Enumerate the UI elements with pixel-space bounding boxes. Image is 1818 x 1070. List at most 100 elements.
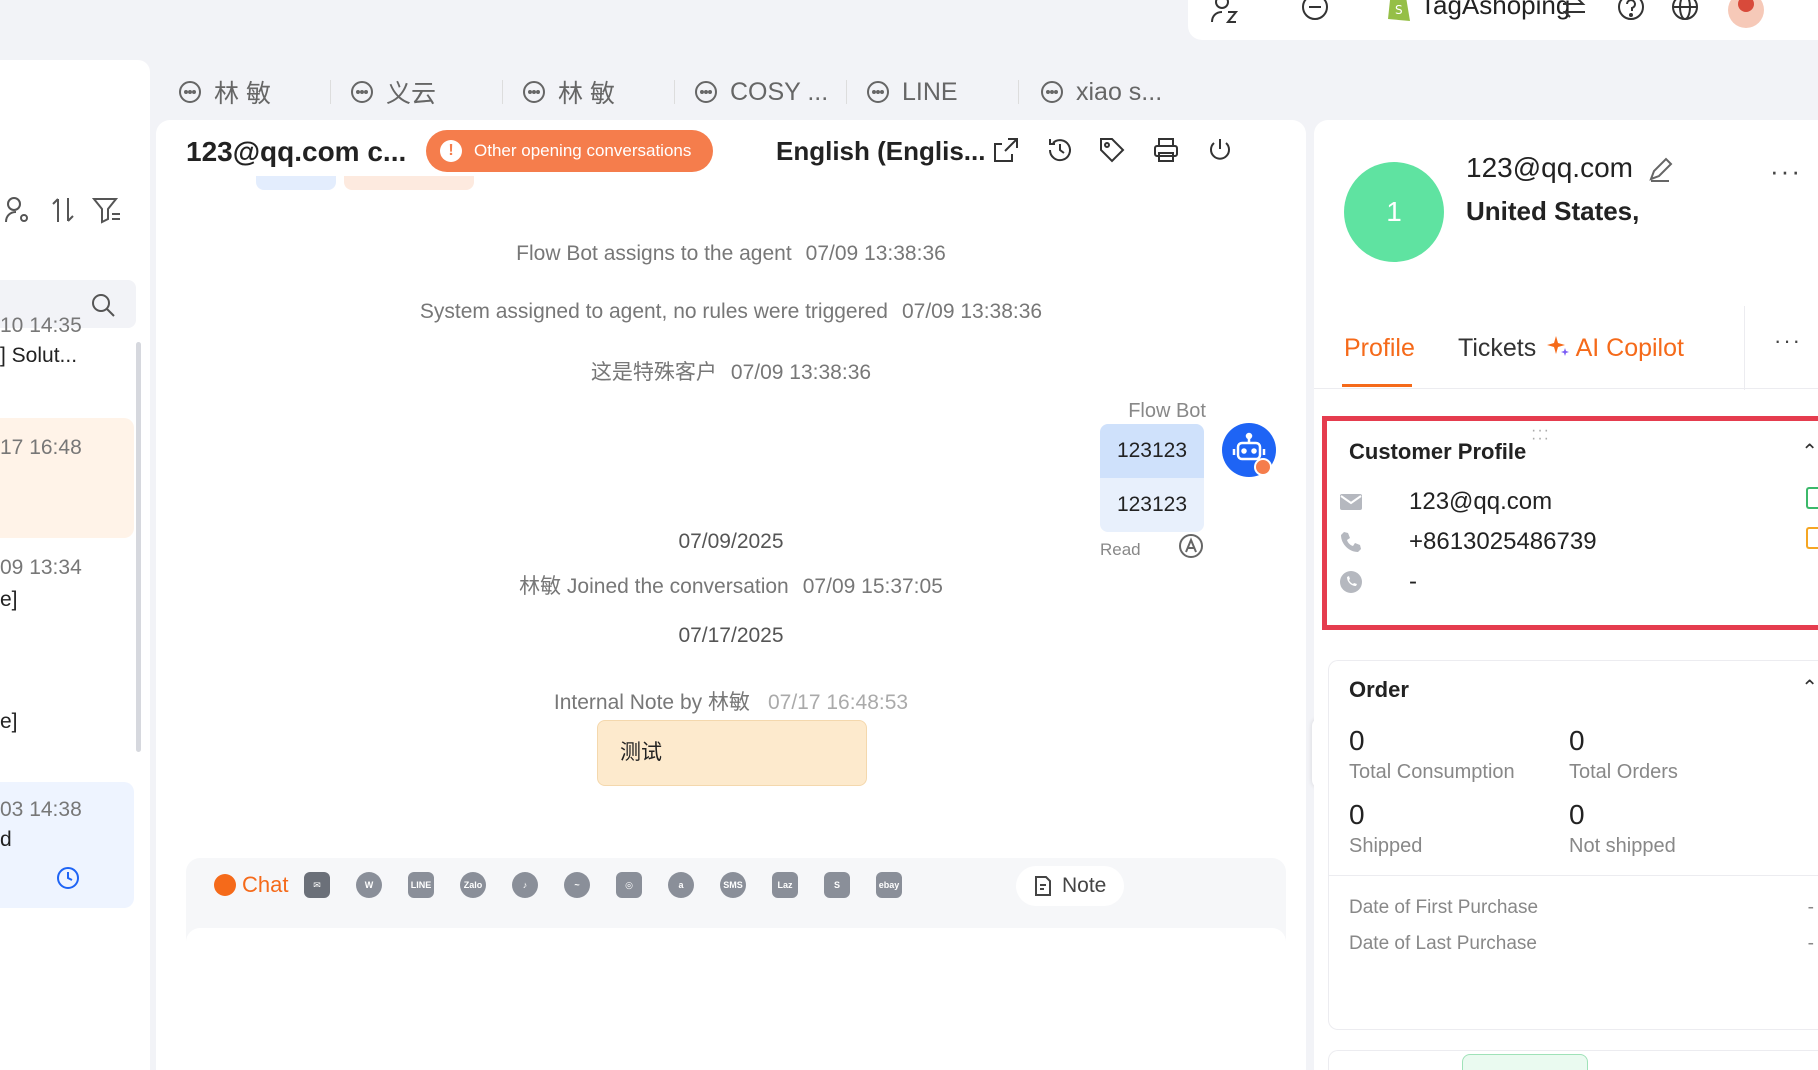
power-icon[interactable]: [1206, 136, 1234, 164]
chat-mode-selector[interactable]: Chat: [214, 872, 288, 898]
bot-badge: [1254, 458, 1272, 476]
system-message: System assigned to agent, no rules were …: [156, 300, 1306, 324]
conversation-tab[interactable]: COSY ...: [694, 72, 828, 112]
amazon-channel-icon[interactable]: a: [668, 872, 694, 898]
conversation-tab[interactable]: xiao s...: [1040, 72, 1162, 112]
profile-whatsapp[interactable]: -: [1409, 568, 1417, 596]
system-message-text: 林敏 Joined the conversation: [519, 575, 789, 598]
messenger-channel-icon[interactable]: ~: [564, 872, 590, 898]
message-input[interactable]: [186, 928, 1286, 948]
other-conversations-button[interactable]: ! Other opening conversations: [426, 130, 714, 172]
chat-mode-icon: [214, 874, 236, 896]
more-options-icon[interactable]: ···: [1770, 156, 1802, 187]
customer-profile-section: Customer Profile ··· ··· ⌃ 123@qq.com +86…: [1322, 416, 1818, 630]
tabs-divider: [1314, 388, 1818, 389]
system-message: 林敏 Joined the conversation 07/09 15:37:05: [156, 570, 1306, 600]
drag-handle-icon[interactable]: ··· ···: [1531, 423, 1550, 447]
globe-icon[interactable]: [1670, 0, 1700, 22]
list-scrollbar[interactable]: [136, 342, 141, 752]
conversation-tab[interactable]: 义云: [350, 72, 436, 112]
list-item-time: 03 14:38: [0, 798, 82, 821]
tab-divider: [1018, 80, 1019, 104]
system-message-text: System assigned to agent, no rules were …: [419, 300, 888, 323]
lazada-channel-icon[interactable]: Laz: [772, 872, 798, 898]
email-action-icon[interactable]: [1806, 487, 1818, 509]
conversation-tab[interactable]: 林 敏: [178, 72, 271, 112]
collapse-chevron-icon[interactable]: ⌃: [1801, 439, 1818, 464]
do-not-disturb-icon[interactable]: [1300, 0, 1330, 22]
email-channel-icon[interactable]: ✉: [304, 872, 330, 898]
chat-panel: 123@qq.com c... ! Other opening conversa…: [156, 120, 1306, 1070]
user-avatar[interactable]: [1726, 0, 1766, 30]
message-bubble[interactable]: 123123: [1100, 424, 1204, 478]
system-message: Flow Bot assigns to the agent 07/09 13:38…: [156, 242, 1306, 266]
tag-pill: [344, 176, 474, 190]
status-pill: [1462, 1054, 1588, 1070]
profile-phone-row: +8613025486739: [1339, 527, 1597, 557]
sort-icon[interactable]: [50, 196, 76, 224]
profile-email[interactable]: 123@qq.com: [1409, 488, 1552, 516]
system-message-text: Flow Bot assigns to the agent: [516, 242, 792, 265]
note-button[interactable]: Note: [1016, 866, 1125, 906]
line-channel-icon[interactable]: LINE: [408, 872, 434, 898]
print-icon[interactable]: [1152, 136, 1180, 164]
internal-note-bubble[interactable]: 测试: [597, 720, 867, 786]
conversation-tab[interactable]: LINE: [866, 72, 958, 112]
system-message-time: 07/09 13:38:36: [805, 242, 946, 265]
last-purchase-value: -: [1807, 933, 1814, 954]
edit-icon[interactable]: [1647, 157, 1673, 183]
instagram-channel-icon[interactable]: ◎: [616, 872, 642, 898]
total-consumption-label: Total Consumption: [1349, 761, 1515, 783]
history-icon[interactable]: [1046, 136, 1074, 164]
date-separator: 07/17/2025: [678, 624, 784, 647]
whatsapp-channel-icon[interactable]: W: [356, 872, 382, 898]
tag-icon[interactable]: [1098, 136, 1126, 164]
tab-ai-copilot[interactable]: AI Copilot: [1546, 334, 1684, 363]
list-item-preview[interactable]: d: [0, 828, 12, 852]
tab-tickets[interactable]: Tickets: [1458, 334, 1536, 363]
customer-email[interactable]: 123@qq.com: [1466, 152, 1673, 184]
phone-action-icon[interactable]: [1806, 527, 1818, 549]
assign-user-icon[interactable]: [4, 196, 30, 224]
agent-status-icon[interactable]: [1210, 0, 1240, 24]
tab-label: 林 敏: [558, 80, 615, 108]
not-shipped-label: Not shipped: [1569, 835, 1676, 857]
switch-icon[interactable]: [1560, 0, 1588, 22]
system-message-time: 07/09 13:38:36: [901, 300, 1043, 323]
system-message: 这是特殊客户 07/09 13:38:36: [156, 356, 1306, 386]
list-item-time: 10 14:35: [0, 314, 82, 337]
chat-bubble-icon: [178, 80, 202, 104]
chat-title[interactable]: 123@qq.com c...: [186, 136, 406, 168]
list-item-preview[interactable]: e]: [0, 588, 18, 612]
shopify-channel-icon[interactable]: S: [824, 872, 850, 898]
whatsapp-icon: [1339, 570, 1363, 594]
message-bubble[interactable]: 123123: [1100, 478, 1204, 532]
bot-name: Flow Bot: [1128, 400, 1206, 422]
profile-whatsapp-row: -: [1339, 567, 1417, 597]
chat-bubble-icon: [350, 80, 374, 104]
tabs-more-icon[interactable]: ···: [1774, 328, 1802, 354]
shop-name[interactable]: TagAshoping: [1420, 0, 1570, 21]
total-orders-value: 0: [1569, 725, 1585, 756]
help-icon[interactable]: [1616, 0, 1646, 22]
tab-label: xiao s...: [1076, 77, 1163, 106]
tiktok-channel-icon[interactable]: ♪: [512, 872, 538, 898]
profile-phone[interactable]: +8613025486739: [1409, 528, 1597, 556]
share-icon[interactable]: [992, 136, 1020, 164]
ebay-channel-icon[interactable]: ebay: [876, 872, 902, 898]
tag-pill: [256, 176, 336, 190]
language-selector[interactable]: English (Englis...: [776, 136, 985, 167]
internal-note-header: Internal Note by 林敏 07/17 16:48:53: [156, 686, 1306, 716]
tab-profile[interactable]: Profile: [1344, 334, 1415, 363]
last-purchase-label: Date of Last Purchase: [1349, 933, 1537, 954]
collapse-chevron-icon[interactable]: ⌃: [1801, 675, 1818, 700]
list-item-preview[interactable]: ] Solut...: [0, 344, 77, 368]
zalo-channel-icon[interactable]: Zalo: [460, 872, 486, 898]
filter-icon[interactable]: [92, 196, 122, 224]
chat-mode-label: Chat: [242, 872, 289, 897]
tab-label: LINE: [902, 77, 958, 106]
list-item-preview[interactable]: e]: [0, 710, 18, 734]
conversation-tab[interactable]: 林 敏: [522, 72, 615, 112]
customer-profile-title: Customer Profile: [1349, 439, 1527, 464]
sms-channel-icon[interactable]: SMS: [720, 872, 746, 898]
